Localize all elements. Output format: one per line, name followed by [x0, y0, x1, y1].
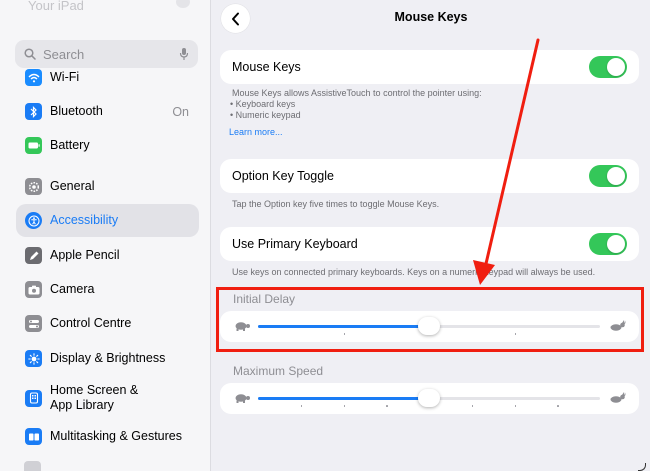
annotation-arrow: [473, 38, 540, 285]
